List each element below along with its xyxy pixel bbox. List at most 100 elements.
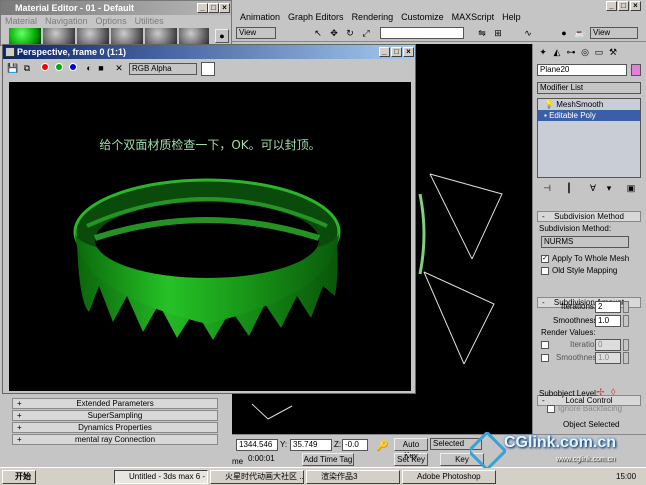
apply-to-whole-mesh[interactable]: ✓ Apply To Whole Mesh <box>541 254 629 264</box>
material-editor-icon[interactable]: ● <box>558 27 570 39</box>
rollout-extended-parameters[interactable]: + Extended Parameters <box>12 398 218 409</box>
taskbar-item-hxsd[interactable]: 火星时代动画大社区 ... <box>210 470 304 484</box>
motion-tab-icon[interactable]: ◎ <box>579 46 591 58</box>
iterations-spinner[interactable] <box>623 301 629 313</box>
render-icon[interactable]: ☕ <box>574 27 586 39</box>
save-bitmap-icon[interactable]: 💾 <box>7 62 19 74</box>
smoothness-field[interactable]: 1.0 <box>595 315 621 327</box>
utilities-tab-icon[interactable]: ⚒ <box>607 46 619 58</box>
rollout-mental-ray-connection[interactable]: + mental ray Connection <box>12 434 218 445</box>
render-smoothness-field[interactable]: 1.0 <box>595 352 621 364</box>
modifier-list-dropdown[interactable]: Modifier List <box>537 82 641 94</box>
set-key-button[interactable]: Set Key <box>394 453 428 466</box>
select-icon[interactable]: ↖ <box>312 27 324 39</box>
menu-navigation[interactable]: Navigation <box>41 15 92 27</box>
channel-dropdown[interactable]: RGB Alpha <box>129 63 197 75</box>
clone-window-icon[interactable]: ⧉ <box>21 62 33 74</box>
menu-graph-editors[interactable]: Graph Editors <box>284 11 348 23</box>
edge-subobject-icon[interactable]: ◊ <box>611 387 615 397</box>
scale-icon[interactable]: ⤢ <box>360 27 372 39</box>
render-iterations-spinner[interactable] <box>623 339 629 351</box>
rollout-dynamics-properties[interactable]: + Dynamics Properties <box>12 422 218 433</box>
render-maximize-button[interactable]: □ <box>391 47 402 57</box>
make-unique-icon[interactable]: ∀ <box>587 182 599 194</box>
configure-modifier-sets-icon[interactable]: ▣ <box>625 182 637 194</box>
object-color-swatch[interactable] <box>631 64 641 76</box>
blue-channel-icon[interactable] <box>67 62 79 74</box>
add-time-tag-button[interactable]: Add Time Tag <box>302 453 354 466</box>
ignore-backfacing-checkbox[interactable] <box>547 404 555 413</box>
old-style-mapping-checkbox[interactable] <box>541 266 549 275</box>
curve-editor-icon[interactable]: ∿ <box>522 27 534 39</box>
menu-customize[interactable]: Customize <box>397 11 448 23</box>
time-field[interactable]: 0:00:01 <box>246 454 286 466</box>
menu-rendering[interactable]: Rendering <box>348 11 398 23</box>
render-iterations-checkbox[interactable] <box>541 340 549 349</box>
main-maximize-button[interactable]: □ <box>618 1 629 11</box>
move-icon[interactable]: ✥ <box>328 27 340 39</box>
taskbar-item-3dsmax[interactable]: Untitled - 3ds max 6 - Sta... <box>114 470 208 484</box>
x-coordinate-field[interactable]: 1344.546 <box>236 439 278 451</box>
remove-modifier-icon[interactable]: ▾ <box>603 182 615 194</box>
clear-icon[interactable]: ✕ <box>113 62 125 74</box>
stack-item-editable-poly[interactable]: ▪ Editable Poly <box>538 110 640 121</box>
auto-key-button[interactable]: Auto Key <box>394 438 428 460</box>
color-swatch[interactable] <box>201 62 215 76</box>
rotate-icon[interactable]: ↻ <box>344 27 356 39</box>
render-iterations-field[interactable]: 0 <box>595 339 621 351</box>
menu-material[interactable]: Material <box>1 15 41 27</box>
iterations-field[interactable]: 2 <box>595 301 621 313</box>
render-smoothness-checkbox[interactable] <box>541 353 549 362</box>
material-close-button[interactable]: × <box>219 3 230 13</box>
menu-options[interactable]: Options <box>92 15 131 27</box>
render-smoothness[interactable]: Smoothness <box>541 353 600 363</box>
monochrome-icon[interactable]: ■ <box>95 62 107 74</box>
menu-maxscript[interactable]: MAXScript <box>448 11 499 23</box>
align-icon[interactable]: ⊞ <box>492 27 504 39</box>
render-smoothness-spinner[interactable] <box>623 352 629 364</box>
stack-item-meshsmooth[interactable]: 💡 MeshSmooth <box>538 99 640 110</box>
render-minimize-button[interactable]: _ <box>379 47 390 57</box>
show-end-result-icon[interactable]: ┃ <box>563 182 575 194</box>
render-close-button[interactable]: × <box>403 47 414 57</box>
hierarchy-tab-icon[interactable]: ⊶ <box>565 46 577 58</box>
watermark-url: www.cglink.com.cn <box>556 456 616 463</box>
sample-type-icon[interactable]: ● <box>215 29 229 43</box>
menu-help[interactable]: Help <box>498 11 525 23</box>
main-minimize-button[interactable]: _ <box>606 1 617 11</box>
material-minimize-button[interactable]: _ <box>197 3 208 13</box>
material-maximize-button[interactable]: □ <box>208 3 219 13</box>
create-tab-icon[interactable]: ✦ <box>537 46 549 58</box>
light-bulb-icon[interactable]: 💡 <box>544 100 554 109</box>
display-tab-icon[interactable]: ▭ <box>593 46 605 58</box>
green-channel-icon[interactable] <box>53 62 65 74</box>
rollout-subdivision-method[interactable]: - Subdivision Method <box>537 211 641 222</box>
object-name-field[interactable]: Plane20 <box>537 64 627 76</box>
main-close-button[interactable]: × <box>630 1 641 11</box>
y-coordinate-field[interactable]: 35.749 <box>290 439 332 451</box>
render-view-dropdown[interactable]: View <box>590 27 638 39</box>
old-style-mapping[interactable]: Old Style Mapping <box>541 266 617 276</box>
render-iterations[interactable]: Iterations <box>541 340 603 350</box>
render-frame-titlebar[interactable]: Perspective, frame 0 (1:1) <box>3 45 415 59</box>
modify-tab-icon[interactable]: ◭ <box>551 46 563 58</box>
menu-animation[interactable]: Animation <box>236 11 284 23</box>
taskbar-item-photoshop[interactable]: Adobe Photoshop <box>402 470 496 484</box>
alpha-channel-icon[interactable]: ◐ <box>83 62 95 74</box>
mirror-icon[interactable]: ⇋ <box>476 27 488 39</box>
red-channel-icon[interactable] <box>39 62 51 74</box>
start-button[interactable]: 开始 <box>2 470 36 484</box>
selection-set-dropdown[interactable] <box>380 27 464 39</box>
smoothness-spinner[interactable] <box>623 315 629 327</box>
taskbar-item-render[interactable]: 渲染作品3 <box>306 470 400 484</box>
vertex-subobject-icon[interactable]: ✢ <box>597 387 605 398</box>
key-mode-icon[interactable]: 🔑 <box>376 441 388 452</box>
z-coordinate-field[interactable]: -0.0 <box>342 439 368 451</box>
rollout-supersampling[interactable]: + SuperSampling <box>12 410 218 421</box>
apply-to-whole-mesh-checkbox[interactable]: ✓ <box>541 254 549 263</box>
view-dropdown[interactable]: View <box>236 27 276 39</box>
subdivision-method-dropdown[interactable]: NURMS <box>541 236 629 248</box>
pin-stack-icon[interactable]: ⊣ <box>541 182 553 194</box>
ignore-backfacing[interactable]: Ignore Backfacing <box>547 404 622 414</box>
menu-utilities[interactable]: Utilities <box>131 15 168 27</box>
